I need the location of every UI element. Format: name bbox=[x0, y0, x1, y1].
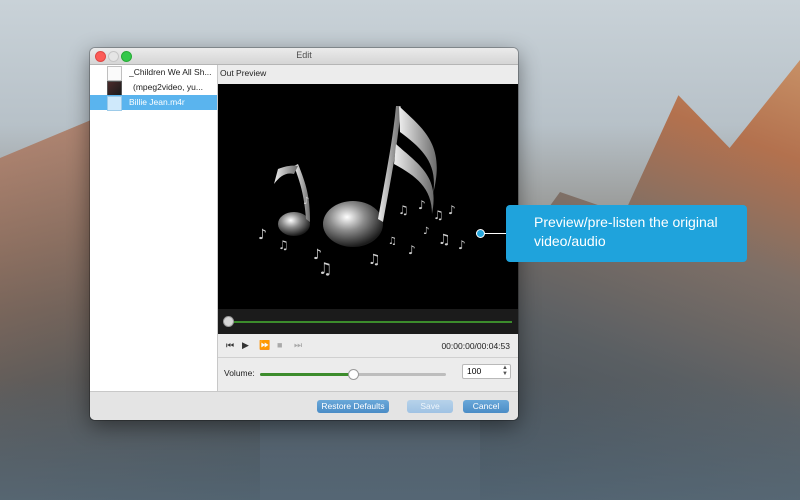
svg-text:♪: ♪ bbox=[418, 198, 426, 212]
svg-text:♫: ♫ bbox=[368, 252, 381, 268]
stop-icon[interactable]: ■ bbox=[277, 340, 282, 351]
file-icon bbox=[107, 66, 122, 81]
svg-text:♪: ♪ bbox=[258, 227, 267, 243]
volume-value: 100 bbox=[467, 366, 482, 376]
feature-callout: Preview/pre-listen the original video/au… bbox=[506, 205, 747, 262]
list-item-children-file[interactable]: _Children We All Sh... bbox=[90, 65, 217, 81]
audio-file-icon bbox=[107, 96, 122, 111]
skip-back-icon[interactable]: ⏮ bbox=[226, 340, 234, 351]
list-item-label: (mpeg2video, yu... bbox=[133, 82, 203, 92]
play-icon[interactable]: ▶ bbox=[242, 340, 249, 351]
svg-text:♪: ♪ bbox=[408, 243, 416, 257]
list-item-video-stream[interactable]: (mpeg2video, yu... bbox=[90, 80, 217, 96]
music-notes-artwork: ♪ ♫ ♪ ♫ ♪ ♫ ♪ ♫ ♪ ♫ ♪ ♫ ♪ ♪ ♫ bbox=[258, 106, 466, 278]
video-thumbnail-icon bbox=[107, 81, 122, 96]
video-preview[interactable]: ♪ ♫ ♪ ♫ ♪ ♫ ♪ ♫ ♪ ♫ ♪ ♫ ♪ ♪ ♫ bbox=[218, 84, 518, 309]
stepper-arrows-icon[interactable]: ▲ ▼ bbox=[502, 365, 508, 377]
svg-text:♪: ♪ bbox=[423, 226, 429, 237]
volume-slider[interactable] bbox=[260, 369, 446, 380]
volume-handle[interactable] bbox=[348, 369, 359, 380]
playback-controls: ⏮ ▶ ⏩ ■ ⏭ 00:00:00/00:04:53 bbox=[218, 335, 518, 358]
svg-text:♫: ♫ bbox=[278, 238, 289, 252]
cancel-button[interactable]: Cancel bbox=[463, 400, 509, 413]
svg-text:♫: ♫ bbox=[398, 203, 409, 217]
callout-dot-icon bbox=[476, 229, 485, 238]
save-button[interactable]: Save bbox=[407, 400, 453, 413]
title-bar: Edit bbox=[90, 48, 518, 65]
volume-fill bbox=[260, 373, 353, 376]
volume-label: Volume: bbox=[224, 368, 255, 378]
volume-stepper[interactable]: 100 ▲ ▼ bbox=[462, 364, 511, 379]
edit-window: Edit _Children We All Sh... (mpeg2video,… bbox=[90, 48, 518, 420]
seek-bar[interactable] bbox=[218, 309, 518, 334]
restore-defaults-button[interactable]: Restore Defaults bbox=[317, 400, 389, 413]
list-item-billie-jean[interactable]: Billie Jean.m4r bbox=[90, 95, 217, 111]
svg-text:♫: ♫ bbox=[388, 236, 397, 247]
list-item-label: _Children We All Sh... bbox=[129, 67, 212, 77]
dialog-footer: Restore Defaults Save Cancel bbox=[90, 391, 518, 420]
svg-text:♪: ♪ bbox=[448, 203, 456, 217]
file-list: _Children We All Sh... (mpeg2video, yu..… bbox=[90, 65, 218, 391]
svg-text:♪: ♪ bbox=[303, 196, 309, 207]
preview-label: Out Preview bbox=[220, 68, 267, 78]
window-title: Edit bbox=[296, 50, 312, 60]
svg-text:♪: ♪ bbox=[458, 238, 466, 252]
seek-track[interactable] bbox=[228, 321, 512, 323]
time-readout: 00:00:00/00:04:53 bbox=[441, 341, 510, 351]
preview-panel: Out Preview ♪ ♫ ♪ ♫ ♪ ♫ ♪ ♫ ♪ ♫ ♪ ♫ ♪ ♪ … bbox=[218, 65, 518, 391]
svg-text:♫: ♫ bbox=[433, 208, 444, 222]
svg-text:♫: ♫ bbox=[438, 232, 451, 248]
svg-text:♫: ♫ bbox=[318, 259, 332, 278]
skip-forward-icon[interactable]: ⏭ bbox=[294, 340, 302, 351]
seek-handle[interactable] bbox=[223, 316, 234, 327]
list-item-label: Billie Jean.m4r bbox=[129, 97, 185, 107]
fast-forward-icon[interactable]: ⏩ bbox=[259, 340, 270, 351]
callout-text: Preview/pre-listen the original video/au… bbox=[534, 214, 718, 249]
